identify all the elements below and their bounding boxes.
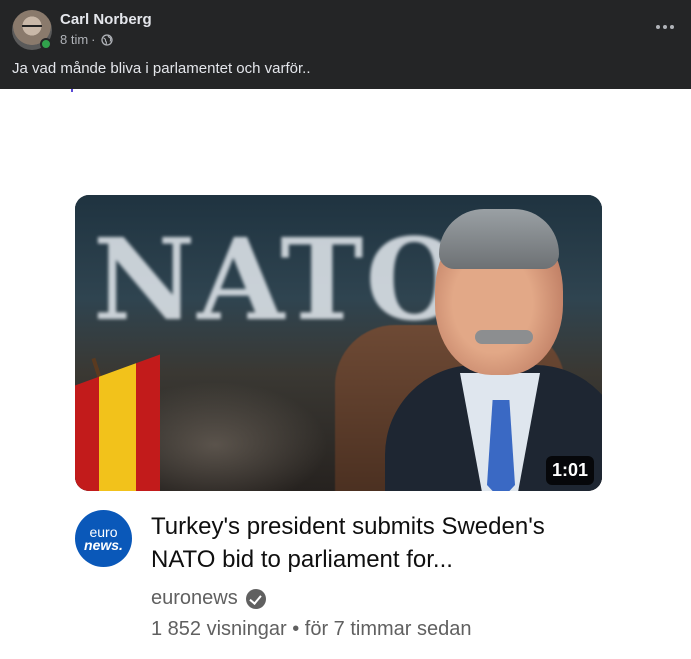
dot-icon — [663, 25, 667, 29]
dot-icon — [656, 25, 660, 29]
post-text: Ja vad månde bliva i parlamentet och var… — [12, 60, 311, 77]
post-header: Carl Norberg 8 tim · Ja vad månde bliva … — [0, 0, 691, 89]
author-name[interactable]: Carl Norberg — [60, 11, 152, 28]
thumbnail-person — [385, 195, 602, 491]
channel-logo[interactable]: euro news. — [75, 510, 132, 567]
online-status-dot — [40, 38, 52, 50]
stray-dot — [71, 89, 73, 92]
video-title[interactable]: Turkey's president submits Sweden's NATO… — [151, 510, 591, 576]
globe-icon — [100, 33, 113, 46]
dot-icon — [670, 25, 674, 29]
post-meta: 8 tim · — [60, 32, 113, 47]
more-options-button[interactable] — [653, 16, 677, 38]
video-thumbnail[interactable]: NATO 1:01 — [75, 195, 602, 491]
channel-name-row[interactable]: euronews — [151, 587, 266, 610]
person-hair — [439, 209, 559, 269]
meta-separator: · — [91, 32, 96, 47]
channel-name[interactable]: euronews — [151, 587, 238, 610]
avatar-glasses — [22, 25, 42, 30]
duration-badge: 1:01 — [545, 456, 594, 485]
video-stats: 1 852 visningar • för 7 timmar sedan — [151, 618, 472, 640]
channel-logo-line2: news. — [84, 536, 123, 553]
person-mustache — [475, 330, 533, 344]
verified-icon — [245, 588, 266, 609]
post-time[interactable]: 8 tim — [60, 32, 88, 47]
